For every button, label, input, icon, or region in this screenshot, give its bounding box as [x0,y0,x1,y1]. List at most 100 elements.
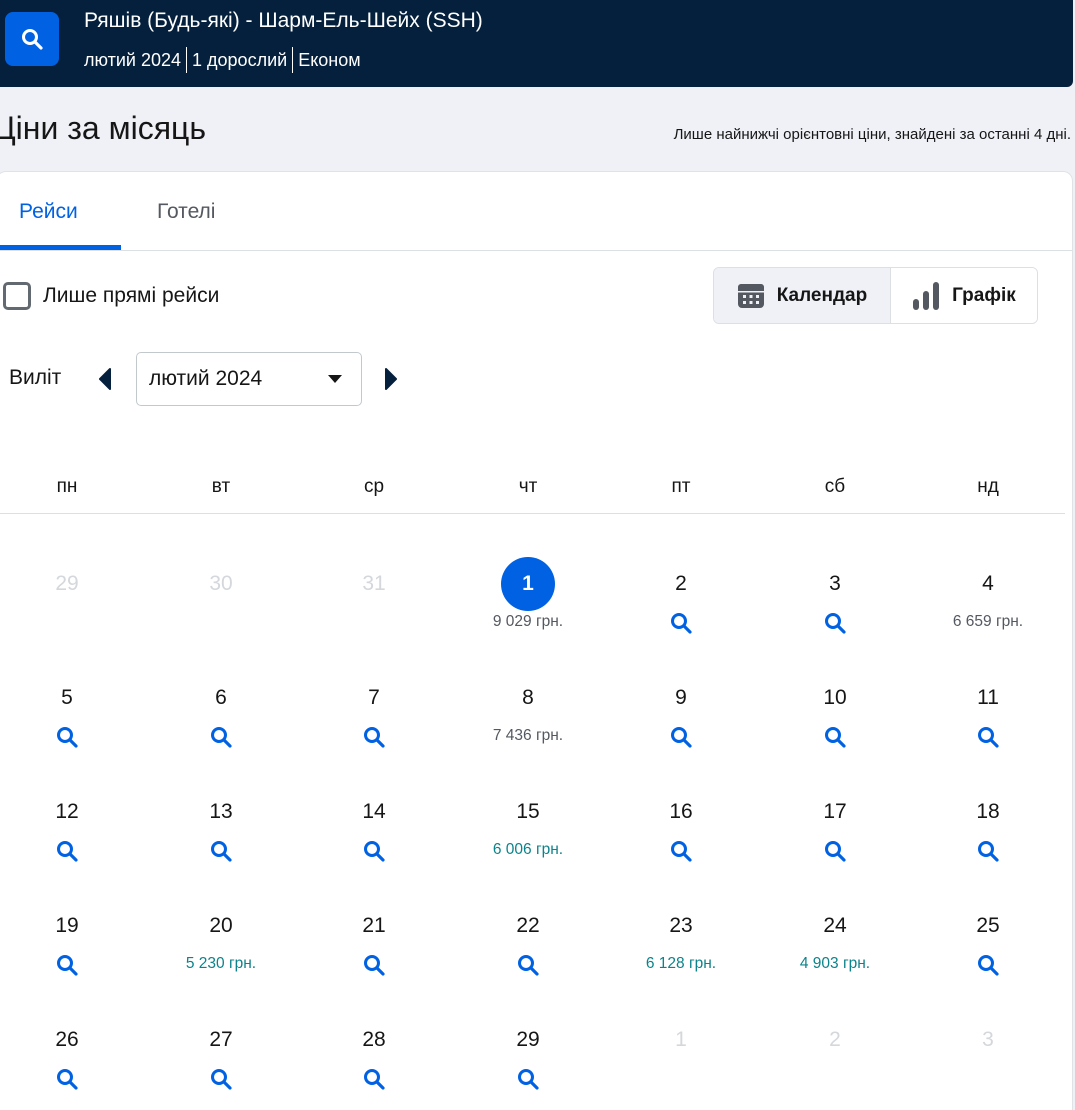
weekday-header: пн вт ср чт пт сб нд [0,464,1065,514]
day-number: 23 [669,914,693,937]
calendar-day-cell[interactable]: 28 [314,1013,434,1110]
day-search-button[interactable] [161,1067,281,1091]
day-search-button[interactable] [314,725,434,749]
day-search-button[interactable] [7,1067,127,1091]
calendar-day-cell[interactable]: 5 [7,671,127,771]
day-search-button[interactable] [775,611,895,635]
calendar-day-cell[interactable]: 22 [468,899,588,999]
calendar-day-cell[interactable]: 10 [775,671,895,771]
calendar-day-cell[interactable]: 1 9 029 грн. [468,557,588,657]
meta-divider [292,47,294,73]
search-icon [211,1069,232,1090]
search-icon [364,841,385,862]
day-number: 8 [522,686,534,709]
calendar-day-cell[interactable]: 12 [7,785,127,885]
calendar-day-cell[interactable]: 13 [161,785,281,885]
day-number: 10 [823,686,847,709]
calendar-view-button[interactable]: Календар [714,268,891,323]
day-search-button[interactable] [775,725,895,749]
search-icon [518,955,539,976]
active-tab-indicator [0,245,121,250]
day-number: 15 [516,800,540,823]
calendar-day-cell[interactable]: 7 [314,671,434,771]
day-search-button[interactable] [314,839,434,863]
search-icon [978,841,999,862]
calendar-day-cell[interactable]: 20 5 230 грн. [161,899,281,999]
day-number: 30 [209,572,233,595]
calendar-day-cell[interactable]: 14 [314,785,434,885]
tab-flights[interactable]: Рейси [19,172,78,251]
view-toggle: Календар Графік [713,267,1038,324]
calendar-day-cell[interactable]: 2 [621,557,741,657]
calendar-day-cell[interactable]: 15 6 006 грн. [468,785,588,885]
day-search-button[interactable] [468,1067,588,1091]
weekday-label: чт [518,476,538,497]
day-search-button[interactable] [928,839,1048,863]
day-search-button[interactable] [161,725,281,749]
day-search-button[interactable] [928,953,1048,977]
day-search-button[interactable] [928,725,1048,749]
calendar-day-cell[interactable]: 21 [314,899,434,999]
day-search-button[interactable] [621,725,741,749]
day-number: 13 [209,800,233,823]
day-number: 21 [362,914,386,937]
route-title[interactable]: Ряшів (Будь-які) - Шарм-Ель-Шейх (SSH) [84,9,483,33]
calendar-day-cell[interactable]: 29 [468,1013,588,1110]
tab-hotels[interactable]: Готелі [157,172,215,251]
day-number: 3 [829,572,841,595]
calendar-day-cell[interactable]: 3 [775,557,895,657]
calendar-day-cell[interactable]: 18 [928,785,1048,885]
search-meta[interactable]: лютий 2024 1 дорослий Економ [84,47,361,73]
calendar-day-cell[interactable]: 6 [161,671,281,771]
calendar-day-cell[interactable]: 27 [161,1013,281,1110]
caret-right-icon [385,368,397,390]
graph-view-button[interactable]: Графік [890,268,1037,323]
day-search-button[interactable] [468,953,588,977]
search-icon [671,613,692,634]
monthly-prices-card: Рейси Готелі Лише прямі рейси Календар Г… [0,171,1073,1110]
month-dropdown-value: лютий 2024 [149,367,263,390]
search-button[interactable] [5,12,59,66]
day-number: 29 [55,572,79,595]
weekday-label: сб [824,476,846,497]
day-number: 11 [977,686,999,709]
cabin-class: Економ [298,49,361,70]
caret-down-icon [328,375,342,383]
prev-month-button[interactable] [97,368,113,390]
day-number: 31 [362,572,386,595]
day-search-button[interactable] [621,611,741,635]
day-search-button[interactable] [621,839,741,863]
day-search-button[interactable] [314,1067,434,1091]
calendar-day-cell[interactable]: 9 [621,671,741,771]
search-icon [978,727,999,748]
search-icon [211,727,232,748]
calendar-day-cell[interactable]: 8 7 436 грн. [468,671,588,771]
day-search-button[interactable] [775,839,895,863]
bar-chart-icon [913,281,940,310]
day-search-button[interactable] [161,839,281,863]
calendar-day-cell[interactable]: 24 4 903 грн. [775,899,895,999]
day-search-button[interactable] [7,839,127,863]
search-icon [57,955,78,976]
day-number: 29 [516,1028,540,1051]
calendar-day-cell[interactable]: 25 [928,899,1048,999]
day-number: 2 [829,1028,841,1051]
direct-only-filter[interactable]: Лише прямі рейси [3,282,219,310]
day-number: 7 [368,686,380,709]
calendar-day-cell[interactable]: 11 [928,671,1048,771]
calendar-day-cell[interactable]: 16 [621,785,741,885]
search-icon [22,29,43,50]
calendar-day-cell[interactable]: 17 [775,785,895,885]
day-search-button[interactable] [7,953,127,977]
calendar-day-cell[interactable]: 26 [7,1013,127,1110]
search-icon [825,727,846,748]
direct-only-checkbox[interactable] [3,282,31,310]
day-number: 27 [209,1028,233,1051]
calendar-day-cell[interactable]: 23 6 128 грн. [621,899,741,999]
next-month-button[interactable] [383,368,399,390]
month-dropdown[interactable]: лютий 2024 [136,352,362,406]
day-search-button[interactable] [7,725,127,749]
calendar-day-cell[interactable]: 19 [7,899,127,999]
day-search-button[interactable] [314,953,434,977]
calendar-day-cell[interactable]: 4 6 659 грн. [928,557,1048,657]
